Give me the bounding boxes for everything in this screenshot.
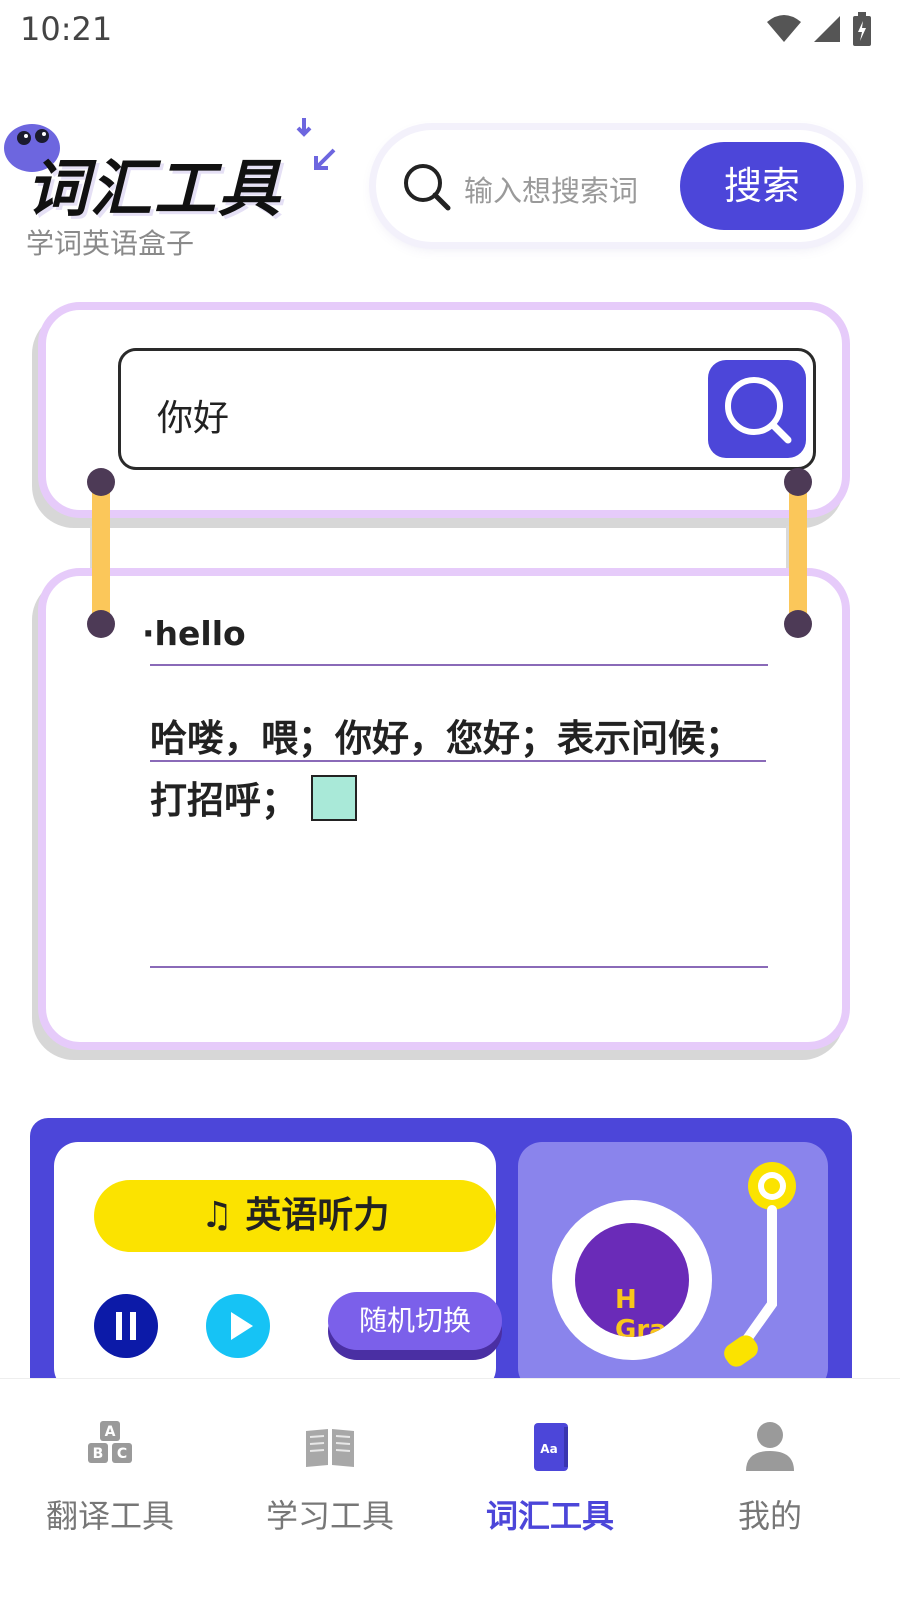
album-cover: H Gra bbox=[575, 1223, 689, 1337]
svg-text:A: A bbox=[105, 1424, 116, 1440]
status-time: 10:21 bbox=[20, 10, 113, 48]
top-search-bar[interactable]: 输入想搜索词 搜索 bbox=[376, 130, 856, 242]
ring-rod-left bbox=[92, 482, 110, 624]
pause-icon bbox=[116, 1312, 136, 1340]
signal-icon bbox=[814, 16, 840, 42]
divider bbox=[150, 760, 766, 762]
logo-subtitle: 学词英语盒子 bbox=[26, 227, 195, 260]
arrows-decoration-icon bbox=[296, 118, 336, 170]
divider bbox=[150, 966, 768, 968]
nav-label: 学习工具 bbox=[265, 1497, 394, 1535]
app-logo: 词汇工具 学词英语盒子 bbox=[0, 108, 350, 268]
listening-title-text: 英语听力 bbox=[245, 1195, 390, 1236]
divider bbox=[150, 664, 768, 666]
person-icon bbox=[746, 1422, 794, 1471]
nav-label: 翻译工具 bbox=[45, 1497, 174, 1535]
listening-title: ♫ 英语听力 bbox=[94, 1180, 496, 1252]
nav-study-tool[interactable]: 学习工具 bbox=[220, 1419, 440, 1549]
listening-card: ♫ 英语听力 随机切换 H Gra bbox=[30, 1118, 852, 1378]
word-search-button[interactable] bbox=[708, 360, 806, 458]
nav-label: 词汇工具 bbox=[485, 1497, 614, 1535]
search-icon bbox=[404, 164, 451, 211]
dictionary-icon: Aa bbox=[534, 1423, 568, 1471]
card-connector bbox=[90, 526, 792, 570]
open-book-icon bbox=[306, 1429, 354, 1467]
play-button[interactable] bbox=[206, 1294, 270, 1358]
bottom-nav: A B C 翻译工具 学习工具 Aa 词汇工具 我的 bbox=[0, 1378, 900, 1600]
battery-icon bbox=[853, 12, 871, 46]
random-switch-button[interactable]: 随机切换 bbox=[328, 1292, 502, 1350]
album-cover-text: H Gra bbox=[615, 1285, 667, 1337]
search-input[interactable]: 输入想搜索词 bbox=[464, 168, 638, 210]
svg-text:B: B bbox=[93, 1446, 104, 1462]
result-meaning: 哈喽，喂；你好，您好；表示问候；打招呼； bbox=[150, 708, 770, 832]
music-note-icon: ♫ bbox=[200, 1195, 233, 1236]
svg-text:Aa: Aa bbox=[540, 1442, 557, 1456]
ring-pin bbox=[87, 468, 115, 496]
nav-profile[interactable]: 我的 bbox=[660, 1419, 880, 1549]
logo-title: 词汇工具 bbox=[26, 152, 283, 225]
status-icons bbox=[766, 12, 872, 46]
play-icon bbox=[231, 1312, 253, 1340]
result-word: ·hello bbox=[142, 614, 246, 653]
ring-pin bbox=[784, 468, 812, 496]
nav-translate-tool[interactable]: A B C 翻译工具 bbox=[0, 1419, 220, 1549]
nav-vocab-tool[interactable]: Aa 词汇工具 bbox=[440, 1419, 660, 1549]
ring-pin bbox=[784, 610, 812, 638]
word-input-value: 你好 bbox=[157, 398, 230, 439]
color-swatch bbox=[310, 775, 357, 821]
ring-rod-right bbox=[789, 482, 807, 624]
search-icon bbox=[725, 377, 792, 444]
svg-text:C: C bbox=[117, 1446, 127, 1462]
nav-label: 我的 bbox=[737, 1497, 802, 1535]
abc-blocks-icon: A B C bbox=[88, 1421, 132, 1463]
result-meaning-text: 哈喽，喂；你好，您好；表示问候；打招呼； bbox=[150, 717, 742, 822]
pause-button[interactable] bbox=[94, 1294, 158, 1358]
tonearm-icon bbox=[724, 1162, 796, 1367]
search-button[interactable]: 搜索 bbox=[680, 142, 844, 230]
wifi-icon bbox=[767, 15, 801, 42]
ring-pin bbox=[87, 610, 115, 638]
